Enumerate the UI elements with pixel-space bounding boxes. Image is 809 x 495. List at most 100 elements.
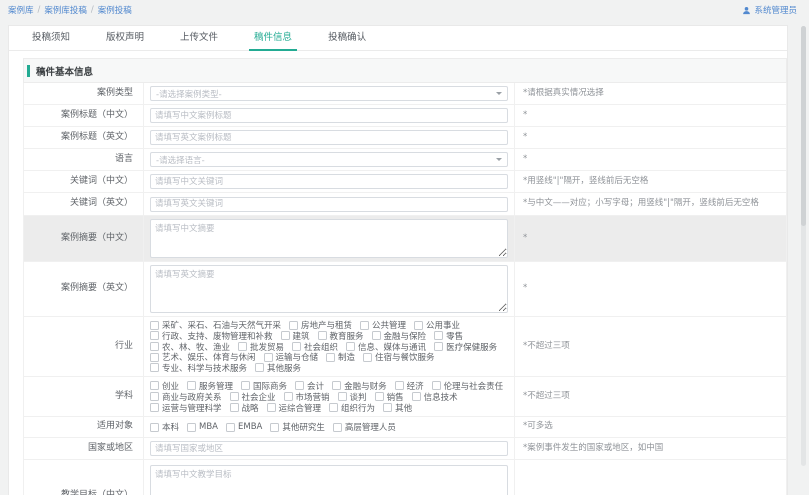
checkbox-item[interactable]: 制造 (326, 352, 355, 363)
checkbox-item[interactable]: 农、林、牧、渔业 (150, 341, 230, 352)
keywords-en-input[interactable] (150, 197, 508, 212)
checkbox-icon[interactable] (383, 403, 392, 412)
case-title-en-input[interactable] (150, 130, 508, 145)
checkbox-icon[interactable] (332, 381, 341, 390)
checkbox-item[interactable]: 医疗保健服务 (434, 341, 497, 352)
checkbox-icon[interactable] (284, 392, 293, 401)
tab-submission-notice[interactable]: 投稿须知 (27, 29, 75, 51)
case-title-zh-input[interactable] (150, 108, 508, 123)
checkbox-icon[interactable] (150, 321, 159, 330)
checkbox-icon[interactable] (326, 353, 335, 362)
checkbox-item[interactable]: 战略 (230, 402, 259, 413)
checkbox-icon[interactable] (238, 342, 247, 351)
teaching-goal-zh-textarea[interactable] (150, 465, 508, 495)
checkbox-item[interactable]: EMBA (226, 422, 262, 432)
checkbox-item[interactable]: 运营与管理科学 (150, 402, 222, 413)
checkbox-icon[interactable] (150, 353, 159, 362)
checkbox-item[interactable]: 金融与保险 (372, 331, 427, 342)
checkbox-item[interactable]: 采矿、采石、石油与天然气开采 (150, 320, 281, 331)
checkbox-item[interactable]: 批发贸易 (238, 341, 284, 352)
checkbox-icon[interactable] (292, 342, 301, 351)
checkbox-item[interactable]: 本科 (150, 421, 179, 433)
checkbox-icon[interactable] (241, 381, 250, 390)
checkbox-icon[interactable] (230, 403, 239, 412)
checkbox-icon[interactable] (363, 353, 372, 362)
abstract-zh-textarea[interactable] (150, 219, 508, 258)
checkbox-item[interactable]: 住宿与餐饮服务 (363, 352, 435, 363)
checkbox-icon[interactable] (226, 423, 235, 432)
checkbox-icon[interactable] (255, 363, 264, 372)
checkbox-icon[interactable] (338, 392, 347, 401)
abstract-en-textarea[interactable] (150, 265, 508, 313)
checkbox-icon[interactable] (395, 381, 404, 390)
scrollbar-thumb[interactable] (801, 26, 806, 226)
checkbox-icon[interactable] (372, 331, 381, 340)
checkbox-icon[interactable] (270, 423, 279, 432)
checkbox-item[interactable]: 公共管理 (360, 320, 406, 331)
checkbox-item[interactable]: 社会组织 (292, 341, 338, 352)
checkbox-icon[interactable] (295, 381, 304, 390)
tab-manuscript-info[interactable]: 稿件信息 (249, 29, 297, 51)
checkbox-icon[interactable] (230, 392, 239, 401)
checkbox-icon[interactable] (318, 331, 327, 340)
checkbox-icon[interactable] (434, 342, 443, 351)
scrollbar[interactable] (801, 26, 806, 466)
checkbox-icon[interactable] (150, 392, 159, 401)
breadcrumb-item[interactable]: 案例库 (8, 4, 34, 16)
case-type-select[interactable]: -请选择案例类型- (150, 86, 508, 101)
language-select[interactable]: -请选择语言- (150, 152, 508, 167)
checkbox-icon[interactable] (267, 403, 276, 412)
breadcrumb-item[interactable]: 案例投稿 (98, 4, 132, 16)
checkbox-item[interactable]: 建筑 (281, 331, 310, 342)
checkbox-item[interactable]: 零售 (434, 331, 463, 342)
checkbox-item[interactable]: 运输与仓储 (264, 352, 319, 363)
checkbox-item[interactable]: 艺术、娱乐、体育与休闲 (150, 352, 256, 363)
checkbox-item[interactable]: 经济 (395, 380, 424, 391)
checkbox-icon[interactable] (434, 331, 443, 340)
checkbox-item[interactable]: 社会企业 (230, 391, 276, 402)
tab-copyright[interactable]: 版权声明 (101, 29, 149, 51)
checkbox-item[interactable]: 其他 (383, 402, 412, 413)
checkbox-icon[interactable] (333, 423, 342, 432)
checkbox-item[interactable]: 谈判 (338, 391, 367, 402)
keywords-zh-input[interactable] (150, 174, 508, 189)
tab-submission-confirm[interactable]: 投稿确认 (323, 29, 371, 51)
checkbox-item[interactable]: 商业与政府关系 (150, 391, 222, 402)
checkbox-icon[interactable] (281, 331, 290, 340)
checkbox-item[interactable]: 服务管理 (187, 380, 233, 391)
country-region-input[interactable] (150, 441, 508, 456)
checkbox-icon[interactable] (150, 403, 159, 412)
checkbox-item[interactable]: 专业、科学与技术服务 (150, 362, 247, 373)
checkbox-icon[interactable] (150, 381, 159, 390)
checkbox-icon[interactable] (264, 353, 273, 362)
checkbox-icon[interactable] (150, 342, 159, 351)
checkbox-icon[interactable] (187, 381, 196, 390)
checkbox-icon[interactable] (375, 392, 384, 401)
tab-upload-files[interactable]: 上传文件 (175, 29, 223, 51)
checkbox-icon[interactable] (414, 321, 423, 330)
breadcrumb-item[interactable]: 案例库投稿 (44, 4, 87, 16)
checkbox-item[interactable]: 其他研究生 (270, 421, 325, 433)
checkbox-item[interactable]: 公用事业 (414, 320, 460, 331)
checkbox-icon[interactable] (150, 363, 159, 372)
checkbox-item[interactable]: 信息、媒体与通讯 (346, 341, 426, 352)
checkbox-icon[interactable] (412, 392, 421, 401)
checkbox-item[interactable]: 销售 (375, 391, 404, 402)
checkbox-item[interactable]: 高层管理人员 (333, 421, 396, 433)
checkbox-icon[interactable] (432, 381, 441, 390)
checkbox-icon[interactable] (346, 342, 355, 351)
checkbox-item[interactable]: 信息技术 (412, 391, 458, 402)
checkbox-item[interactable]: 房地产与租赁 (289, 320, 352, 331)
checkbox-icon[interactable] (289, 321, 298, 330)
checkbox-item[interactable]: MBA (187, 422, 218, 432)
checkbox-icon[interactable] (360, 321, 369, 330)
checkbox-item[interactable]: 伦理与社会责任 (432, 380, 504, 391)
checkbox-icon[interactable] (329, 403, 338, 412)
checkbox-item[interactable]: 市场营销 (284, 391, 330, 402)
checkbox-icon[interactable] (150, 423, 159, 432)
checkbox-item[interactable]: 运综合管理 (267, 402, 322, 413)
checkbox-item[interactable]: 其他服务 (255, 362, 301, 373)
user-menu[interactable]: 系统管理员 (742, 4, 797, 16)
checkbox-item[interactable]: 创业 (150, 380, 179, 391)
checkbox-item[interactable]: 行政、支持、废物管理和补救 (150, 331, 273, 342)
